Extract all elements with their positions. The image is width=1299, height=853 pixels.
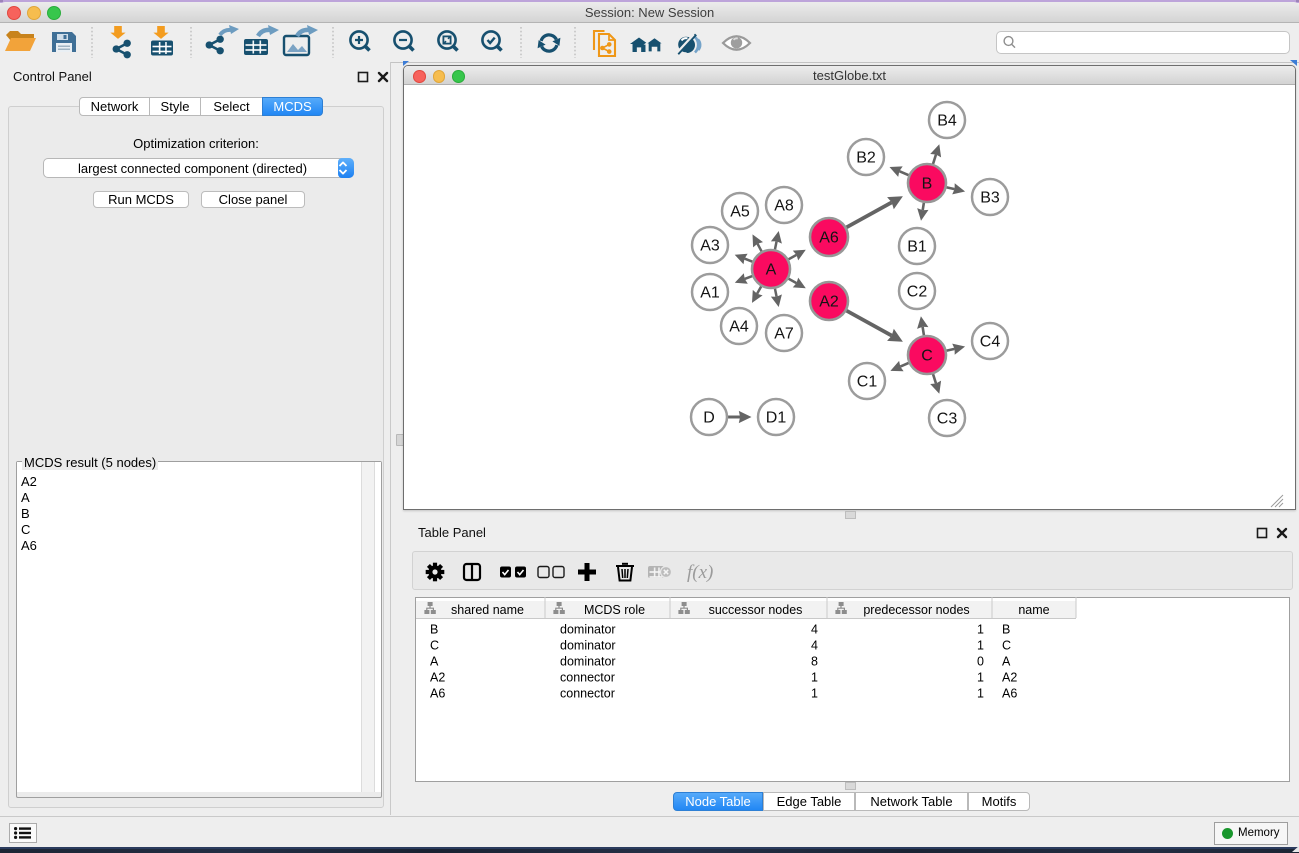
svg-text:A2: A2 xyxy=(1002,671,1017,685)
svg-text:A5: A5 xyxy=(730,204,750,221)
svg-text:A6: A6 xyxy=(430,687,445,701)
svg-text:C: C xyxy=(921,348,933,365)
svg-text:connector: connector xyxy=(560,671,615,685)
svg-text:A: A xyxy=(1002,655,1011,669)
svg-text:C2: C2 xyxy=(907,284,928,301)
svg-text:A6: A6 xyxy=(1002,687,1017,701)
svg-text:1: 1 xyxy=(977,687,984,701)
svg-text:MCDS role: MCDS role xyxy=(584,603,645,617)
svg-text:1: 1 xyxy=(977,623,984,637)
svg-text:1: 1 xyxy=(811,687,818,701)
svg-text:B1: B1 xyxy=(907,239,927,256)
svg-text:predecessor nodes: predecessor nodes xyxy=(863,603,969,617)
svg-text:4: 4 xyxy=(811,639,818,653)
svg-text:shared name: shared name xyxy=(451,603,524,617)
svg-text:dominator: dominator xyxy=(560,655,616,669)
svg-text:dominator: dominator xyxy=(560,623,616,637)
svg-text:A2: A2 xyxy=(430,671,445,685)
svg-text:A3: A3 xyxy=(700,238,720,255)
svg-text:A8: A8 xyxy=(774,198,794,215)
svg-text:A2: A2 xyxy=(819,294,839,311)
svg-text:C: C xyxy=(430,639,439,653)
svg-text:1: 1 xyxy=(811,671,818,685)
svg-text:A6: A6 xyxy=(819,230,839,247)
svg-text:name: name xyxy=(1018,603,1049,617)
svg-text:D1: D1 xyxy=(766,410,787,427)
svg-text:C4: C4 xyxy=(980,334,1001,351)
svg-text:A1: A1 xyxy=(700,285,720,302)
svg-text:B2: B2 xyxy=(856,150,876,167)
svg-text:B: B xyxy=(1002,623,1010,637)
svg-text:A7: A7 xyxy=(774,326,794,343)
svg-text:connector: connector xyxy=(560,687,615,701)
svg-text:C1: C1 xyxy=(857,374,878,391)
svg-text:0: 0 xyxy=(977,655,984,669)
svg-text:A4: A4 xyxy=(729,319,749,336)
svg-text:B: B xyxy=(430,623,438,637)
svg-text:8: 8 xyxy=(811,655,818,669)
svg-text:4: 4 xyxy=(811,623,818,637)
svg-text:successor nodes: successor nodes xyxy=(709,603,803,617)
svg-text:A: A xyxy=(766,262,777,279)
svg-text:C: C xyxy=(1002,639,1011,653)
svg-text:B3: B3 xyxy=(980,190,1000,207)
svg-text:B4: B4 xyxy=(937,113,957,130)
svg-text:D: D xyxy=(703,410,715,427)
svg-text:f(x): f(x) xyxy=(687,562,713,583)
svg-text:A: A xyxy=(430,655,439,669)
svg-text:dominator: dominator xyxy=(560,639,616,653)
svg-text:C3: C3 xyxy=(937,411,958,428)
svg-text:B: B xyxy=(922,176,933,193)
svg-text:1: 1 xyxy=(977,671,984,685)
svg-text:1: 1 xyxy=(977,639,984,653)
